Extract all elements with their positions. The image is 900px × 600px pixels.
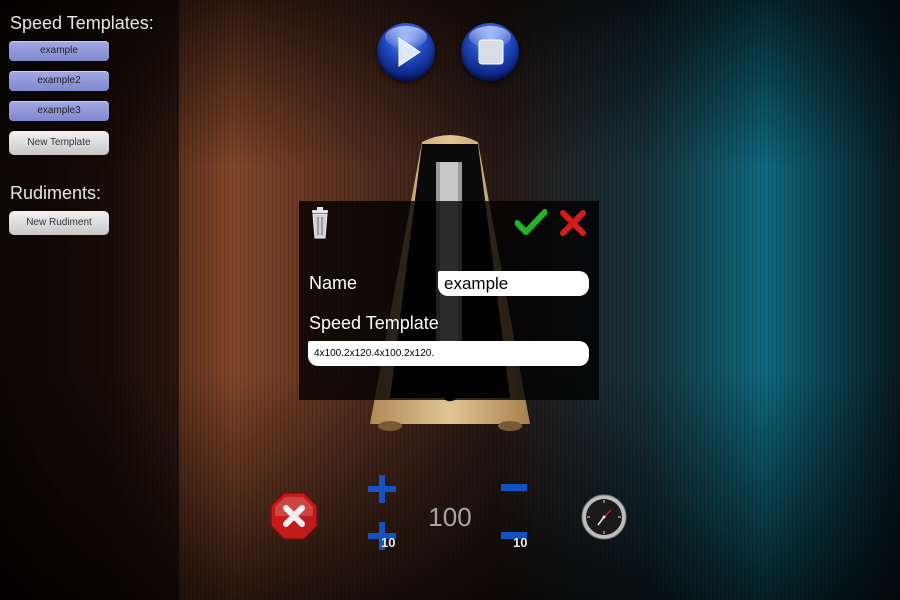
close-icon[interactable] xyxy=(560,210,586,236)
clock-icon[interactable] xyxy=(580,493,628,541)
new-rudiment-button[interactable]: New Rudiment xyxy=(9,211,109,235)
tempo-value: 100 xyxy=(428,502,472,532)
rudiments-title: Rudiments: xyxy=(10,183,102,203)
minus-icon[interactable] xyxy=(500,482,528,494)
name-input[interactable] xyxy=(438,271,589,296)
speed-templates-title: Speed Templates: xyxy=(10,13,154,33)
decrease-step-label: 10 xyxy=(513,535,528,550)
play-icon xyxy=(398,37,421,67)
name-label: Name xyxy=(309,273,358,293)
stop-sign-icon[interactable] xyxy=(270,492,318,540)
speed-template-label: Speed Template xyxy=(309,313,439,333)
template-button-example3[interactable]: example3 xyxy=(9,101,109,121)
stop-icon xyxy=(478,39,504,65)
template-button-example[interactable]: example xyxy=(9,41,109,61)
plus-icon[interactable] xyxy=(366,473,398,505)
speed-template-input[interactable] xyxy=(308,341,589,366)
template-button-example2[interactable]: example2 xyxy=(9,71,109,91)
edit-template-dialog: Name Speed Template xyxy=(299,201,599,400)
increase-step-label: 10 xyxy=(381,535,396,550)
new-template-button[interactable]: New Template xyxy=(9,131,109,155)
trash-icon[interactable] xyxy=(309,207,331,239)
play-button[interactable] xyxy=(377,23,435,81)
sidebar: Speed Templates: example example2 exampl… xyxy=(0,0,179,600)
stop-button[interactable] xyxy=(461,23,519,81)
checkmark-icon[interactable] xyxy=(515,209,547,235)
